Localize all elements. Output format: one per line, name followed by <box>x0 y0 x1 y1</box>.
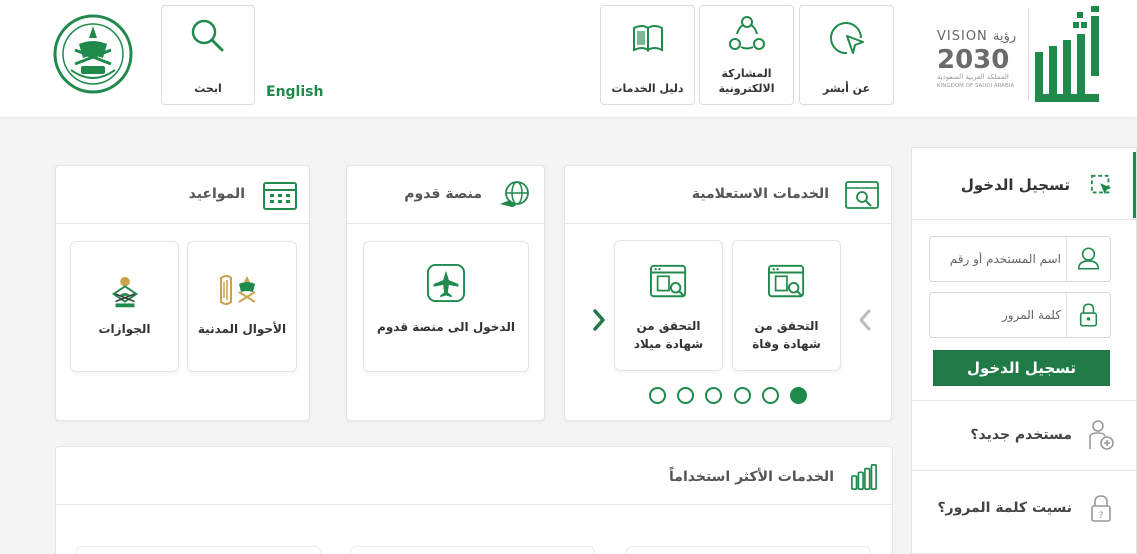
civil-affairs-tile[interactable]: الأحوال المدنية <box>187 241 297 372</box>
new-user-label: مستخدم جديد؟ <box>970 427 1072 443</box>
carousel-dot[interactable] <box>677 387 694 404</box>
nav-e-participation-line1: المشاركة <box>721 67 772 80</box>
lock-icon <box>1066 293 1098 337</box>
passports-tile[interactable]: الجوازات <box>70 241 179 372</box>
username-field[interactable] <box>929 236 1111 282</box>
appointments-card: المواعيد الأحوال المدنية الجوازات <box>55 165 310 421</box>
login-accent-bar <box>1133 152 1136 218</box>
most-used-services-card: الخدمات الأكثر استخداماً <box>55 446 893 554</box>
carousel-dot[interactable] <box>649 387 666 404</box>
verify-death-line2: شهادة وفاة <box>752 337 821 351</box>
inquiry-title: الخدمات الاستعلامية <box>691 186 829 202</box>
svg-text:?: ? <box>1099 511 1104 521</box>
carousel-dot[interactable] <box>705 387 722 404</box>
nav-e-participation-label: المشاركة الالكترونية <box>700 66 793 96</box>
search-icon <box>191 19 224 52</box>
certificate-search-icon <box>767 264 804 298</box>
verify-birth-line2: شهادة ميلاد <box>633 337 704 351</box>
civil-affairs-label: الأحوال المدنية <box>197 322 287 336</box>
logo-divider <box>1028 8 1029 100</box>
login-panel: تسجيل الدخول تسجيل الدخول مستخدم جديد؟ <box>911 147 1137 554</box>
most-used-title: الخدمات الأكثر استخداماً <box>669 469 834 485</box>
search-label: ابحث <box>194 82 222 95</box>
verify-birth-certificate-label: التحقق من شهادة ميلاد <box>619 317 718 353</box>
login-divider <box>912 470 1136 471</box>
add-user-icon <box>1089 420 1114 450</box>
nav-e-participation-line2: الالكترونية <box>718 82 775 95</box>
forgot-password-label: نسيت كلمة المرور؟ <box>937 500 1072 516</box>
bar-chart-icon <box>851 464 877 490</box>
airplane-icon <box>427 264 465 302</box>
carousel-next-arrow[interactable] <box>591 308 607 332</box>
login-icon <box>1090 174 1112 195</box>
carousel-dot[interactable] <box>762 387 779 404</box>
nav-e-participation[interactable]: المشاركة الالكترونية <box>699 5 794 105</box>
top-header: ابحث English دليل الخدمات المشاركة الالك… <box>0 0 1137 117</box>
civil-affairs-logo <box>220 275 256 305</box>
absher-logo[interactable] <box>1033 6 1103 106</box>
globe-plane-icon <box>500 181 529 207</box>
nav-about-absher[interactable]: عن أبشر <box>799 5 894 105</box>
login-divider <box>912 400 1136 401</box>
verify-death-certificate-label: التحقق من شهادة وفاة <box>737 317 836 353</box>
vision-2030-logo: VISION رؤية 2030 المملكة العربية السعودي… <box>937 29 1016 88</box>
english-language-link[interactable]: English <box>266 84 323 100</box>
appointments-card-header: المواعيد <box>56 166 309 224</box>
qudoom-title: منصة قدوم <box>404 186 482 202</box>
svg-text:VISION: VISION <box>937 29 988 44</box>
username-input[interactable] <box>930 237 1067 281</box>
appointments-title: المواعيد <box>188 186 245 202</box>
calendar-icon <box>263 182 297 210</box>
most-used-header: الخدمات الأكثر استخداماً <box>56 447 892 505</box>
carousel-prev-arrow[interactable] <box>857 308 873 332</box>
nav-about-absher-label: عن أبشر <box>822 82 871 95</box>
certificate-search-icon <box>649 264 686 298</box>
nav-services-guide-label: دليل الخدمات <box>611 82 684 95</box>
cursor-click-icon <box>829 22 864 55</box>
new-user-link[interactable]: مستخدم جديد؟ <box>910 411 1136 461</box>
qudoom-login-label: الدخول الى منصة قدوم <box>377 320 515 334</box>
inquiry-card-header: الخدمات الاستعلامية <box>565 166 891 224</box>
verify-death-certificate-tile[interactable]: التحقق من شهادة وفاة <box>732 240 841 371</box>
most-used-tile[interactable] <box>350 546 595 554</box>
carousel-dot[interactable] <box>734 387 751 404</box>
verify-death-line1: التحقق من <box>754 319 819 333</box>
login-divider <box>912 219 1136 220</box>
ministry-emblem-logo <box>53 14 133 94</box>
svg-text:المملكة العربية السعودية: المملكة العربية السعودية <box>937 73 1009 81</box>
inquiry-search-icon <box>845 181 879 209</box>
svg-text:2030: 2030 <box>937 45 1009 75</box>
most-used-tile[interactable] <box>76 546 321 554</box>
qudoom-login-tile[interactable]: الدخول الى منصة قدوم <box>363 241 529 372</box>
login-submit-button[interactable]: تسجيل الدخول <box>933 350 1110 386</box>
svg-text:رؤية: رؤية <box>993 29 1016 44</box>
passports-logo <box>111 276 138 308</box>
nav-services-guide[interactable]: دليل الخدمات <box>600 5 695 105</box>
verify-birth-line1: التحقق من <box>636 319 701 333</box>
forgot-password-link[interactable]: نسيت كلمة المرور؟ ? <box>910 484 1136 534</box>
lock-question-icon: ? <box>1091 495 1111 522</box>
login-title: تسجيل الدخول <box>960 176 1070 194</box>
qudoom-card: منصة قدوم الدخول الى منصة قدوم <box>346 165 545 421</box>
password-field[interactable] <box>929 292 1111 338</box>
qudoom-card-header: منصة قدوم <box>347 166 544 224</box>
verify-birth-certificate-tile[interactable]: التحقق من شهادة ميلاد <box>614 240 723 371</box>
user-icon <box>1066 237 1100 281</box>
passports-label: الجوازات <box>98 322 151 336</box>
search-button[interactable]: ابحث <box>161 5 255 105</box>
password-input[interactable] <box>930 293 1067 337</box>
share-network-icon <box>728 16 765 50</box>
most-used-tile[interactable] <box>626 546 871 554</box>
book-icon <box>632 25 663 52</box>
svg-text:KINGDOM OF SAUDI ARABIA: KINGDOM OF SAUDI ARABIA <box>937 83 1014 88</box>
carousel-dot-active[interactable] <box>790 387 807 404</box>
